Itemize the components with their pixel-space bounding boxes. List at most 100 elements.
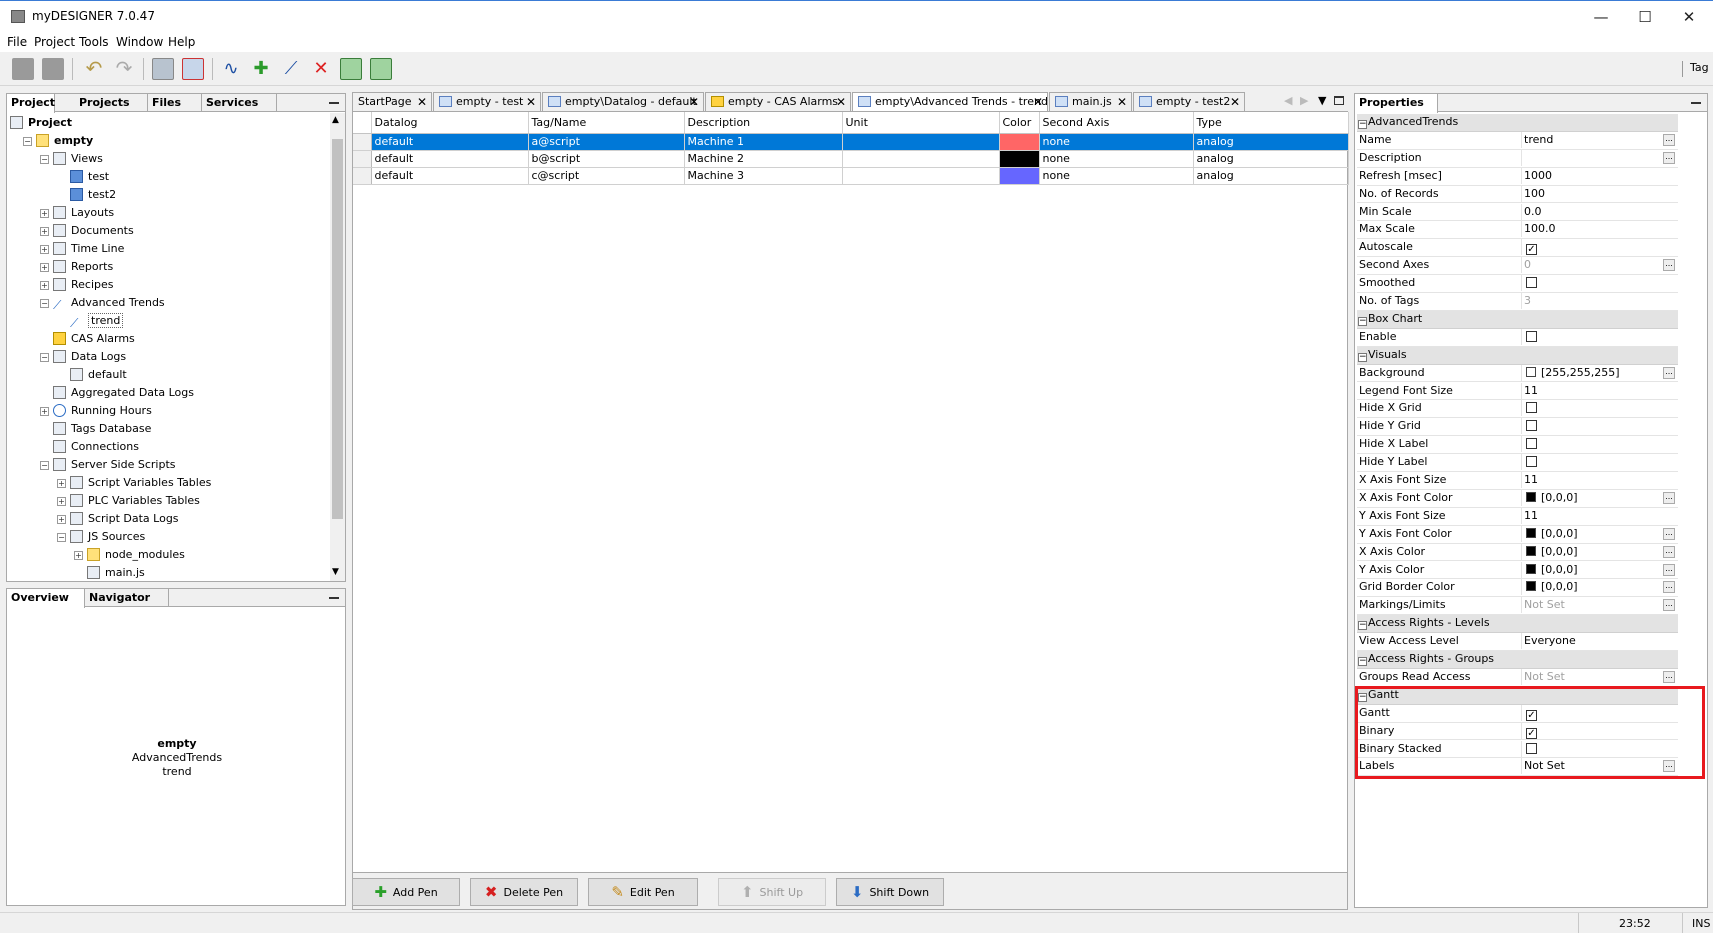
tab-overview[interactable]: Overview bbox=[7, 589, 85, 608]
collapse-icon[interactable]: − bbox=[57, 533, 66, 542]
collapse-icon[interactable]: − bbox=[1358, 692, 1367, 702]
tree-item-plc-variables-tables[interactable]: PLC Variables Tables bbox=[70, 493, 200, 509]
scroll-down-icon[interactable]: ▼ bbox=[332, 567, 339, 577]
minimize-panel-icon[interactable] bbox=[329, 597, 339, 599]
tab-files[interactable]: Files bbox=[148, 94, 202, 112]
checkbox-unchecked[interactable] bbox=[1526, 402, 1537, 414]
property-value[interactable]: ✓ bbox=[1521, 722, 1676, 739]
tree-item-script-data-logs[interactable]: Script Data Logs bbox=[70, 511, 179, 527]
property-value[interactable]: [255,255,255] bbox=[1521, 364, 1676, 381]
editor-tab-4[interactable]: empty\Advanced Trends - trend ✕ bbox=[852, 92, 1048, 111]
collapse-icon[interactable]: − bbox=[1358, 316, 1367, 326]
table-row[interactable]: default c@script Machine 3 none analog bbox=[353, 167, 1349, 185]
property-category-access-rights-groups[interactable]: −Access Rights - Groups bbox=[1357, 651, 1678, 669]
property-category-access-rights-levels[interactable]: −Access Rights - Levels bbox=[1357, 615, 1678, 634]
property-value[interactable]: 0.0 bbox=[1521, 203, 1676, 220]
expand-icon[interactable]: + bbox=[40, 407, 49, 416]
tab-list-icon[interactable]: ▼ bbox=[1318, 94, 1326, 107]
property-value[interactable] bbox=[1521, 454, 1676, 471]
property-value[interactable]: Not Set bbox=[1521, 758, 1676, 775]
tree-item-running-hours[interactable]: Running Hours bbox=[53, 403, 152, 419]
maximize-editor-icon[interactable] bbox=[1334, 96, 1344, 105]
collapse-icon[interactable]: − bbox=[23, 137, 32, 146]
tree-item-project[interactable]: Project bbox=[10, 115, 72, 131]
undo-icon[interactable]: ↶ bbox=[83, 58, 105, 80]
ellipsis-button[interactable]: ... bbox=[1663, 581, 1675, 594]
property-value[interactable]: ✓ bbox=[1521, 239, 1676, 256]
tree-item-advanced-trends[interactable]: ⟋ Advanced Trends bbox=[53, 295, 165, 312]
editor-tab-2[interactable]: empty\Datalog - default ✕ bbox=[542, 92, 704, 111]
tree-item-script-variables-tables[interactable]: Script Variables Tables bbox=[70, 475, 211, 491]
maximize-button[interactable]: ☐ bbox=[1628, 5, 1662, 29]
save-icon[interactable] bbox=[12, 58, 34, 80]
expand-icon[interactable]: + bbox=[57, 497, 66, 506]
row-header[interactable] bbox=[353, 133, 372, 151]
tree-item-js-sources[interactable]: JS Sources bbox=[70, 529, 145, 545]
editor-tab-5[interactable]: main.js ✕ bbox=[1049, 92, 1132, 111]
property-value[interactable]: 11 bbox=[1521, 507, 1676, 524]
property-value[interactable]: 100.0 bbox=[1521, 221, 1676, 238]
close-tab-icon[interactable]: ✕ bbox=[1117, 93, 1127, 111]
collapse-icon[interactable]: − bbox=[40, 155, 49, 164]
tab-scroll-right-icon[interactable]: ▶ bbox=[1300, 94, 1308, 107]
property-value[interactable] bbox=[1521, 275, 1676, 292]
delete-pen-button[interactable]: ✖ Delete Pen bbox=[470, 878, 578, 906]
editor-tab-1[interactable]: empty - test ✕ bbox=[433, 92, 541, 111]
ellipsis-button[interactable]: ... bbox=[1663, 599, 1675, 612]
column-header[interactable]: Tag/Name bbox=[528, 112, 685, 134]
minimize-panel-icon[interactable] bbox=[329, 102, 339, 104]
property-category-gantt[interactable]: −Gantt bbox=[1357, 686, 1678, 705]
column-header[interactable]: Description bbox=[684, 112, 843, 134]
menu-project[interactable]: Project bbox=[34, 35, 75, 49]
checkbox-checked[interactable]: ✓ bbox=[1526, 727, 1537, 739]
edit-pen-button[interactable]: ✎ Edit Pen bbox=[588, 878, 698, 906]
editor-tab-6[interactable]: empty - test2 ✕ bbox=[1133, 92, 1245, 111]
expand-icon[interactable]: + bbox=[40, 209, 49, 218]
menu-file[interactable]: File bbox=[7, 35, 27, 49]
remove-trend-icon[interactable]: ✕ bbox=[310, 58, 332, 80]
redo-icon[interactable]: ↷ bbox=[113, 58, 135, 80]
property-category-advancedtrends[interactable]: −AdvancedTrends bbox=[1357, 114, 1678, 132]
menu-help[interactable]: Help bbox=[168, 35, 195, 49]
cell-second-axis[interactable]: none bbox=[1039, 133, 1194, 151]
column-header[interactable]: Unit bbox=[842, 112, 1000, 134]
ellipsis-button[interactable]: ... bbox=[1663, 563, 1675, 576]
editor-tab-0[interactable]: StartPage ✕ bbox=[352, 92, 432, 111]
expand-icon[interactable]: + bbox=[57, 479, 66, 488]
property-value[interactable]: [0,0,0] bbox=[1521, 489, 1676, 506]
cell-description[interactable]: Machine 3 bbox=[684, 167, 843, 185]
property-value[interactable] bbox=[1521, 149, 1676, 166]
cell-type[interactable]: analog bbox=[1193, 167, 1349, 185]
scroll-up-icon[interactable]: ▲ bbox=[332, 115, 339, 125]
shift-up-button[interactable]: ⬆ Shift Up bbox=[718, 878, 826, 906]
property-value[interactable]: trend bbox=[1521, 131, 1676, 148]
cell-second-axis[interactable]: none bbox=[1039, 150, 1194, 168]
cell-description[interactable]: Machine 2 bbox=[684, 150, 843, 168]
ellipsis-button[interactable]: ... bbox=[1663, 491, 1675, 504]
import-data-icon[interactable] bbox=[340, 58, 362, 80]
close-tab-icon[interactable]: ✕ bbox=[689, 93, 699, 111]
cell-color[interactable] bbox=[999, 167, 1040, 185]
checkbox-unchecked[interactable] bbox=[1526, 742, 1537, 754]
cell-tag[interactable]: b@script bbox=[528, 150, 685, 168]
property-value[interactable]: 1000 bbox=[1521, 167, 1676, 184]
column-header[interactable]: Datalog bbox=[371, 112, 529, 134]
ellipsis-button[interactable]: ... bbox=[1663, 259, 1675, 272]
property-value[interactable]: Not Set bbox=[1521, 668, 1676, 685]
tree-item-test2[interactable]: test2 bbox=[70, 187, 116, 203]
tree-item-views[interactable]: Views bbox=[53, 151, 103, 167]
close-tab-icon[interactable]: ✕ bbox=[1033, 93, 1043, 111]
cell-tag[interactable]: a@script bbox=[528, 133, 685, 151]
cell-tag[interactable]: c@script bbox=[528, 167, 685, 185]
tab-navigator[interactable]: Navigator bbox=[85, 589, 169, 607]
collapse-icon[interactable]: − bbox=[1358, 657, 1367, 666]
tree-item-connections[interactable]: Connections bbox=[53, 439, 139, 455]
tree-item-node-modules[interactable]: node_modules bbox=[87, 547, 185, 563]
add-trend-icon[interactable]: ✚ bbox=[250, 58, 272, 80]
checkbox-unchecked[interactable] bbox=[1526, 420, 1537, 432]
editor-tab-3[interactable]: empty - CAS Alarms ✕ bbox=[705, 92, 851, 111]
tree-item-empty[interactable]: empty bbox=[36, 133, 93, 149]
import-icon[interactable] bbox=[182, 58, 204, 80]
cell-unit[interactable] bbox=[842, 133, 1000, 151]
tree-item-data-logs[interactable]: Data Logs bbox=[53, 349, 126, 365]
